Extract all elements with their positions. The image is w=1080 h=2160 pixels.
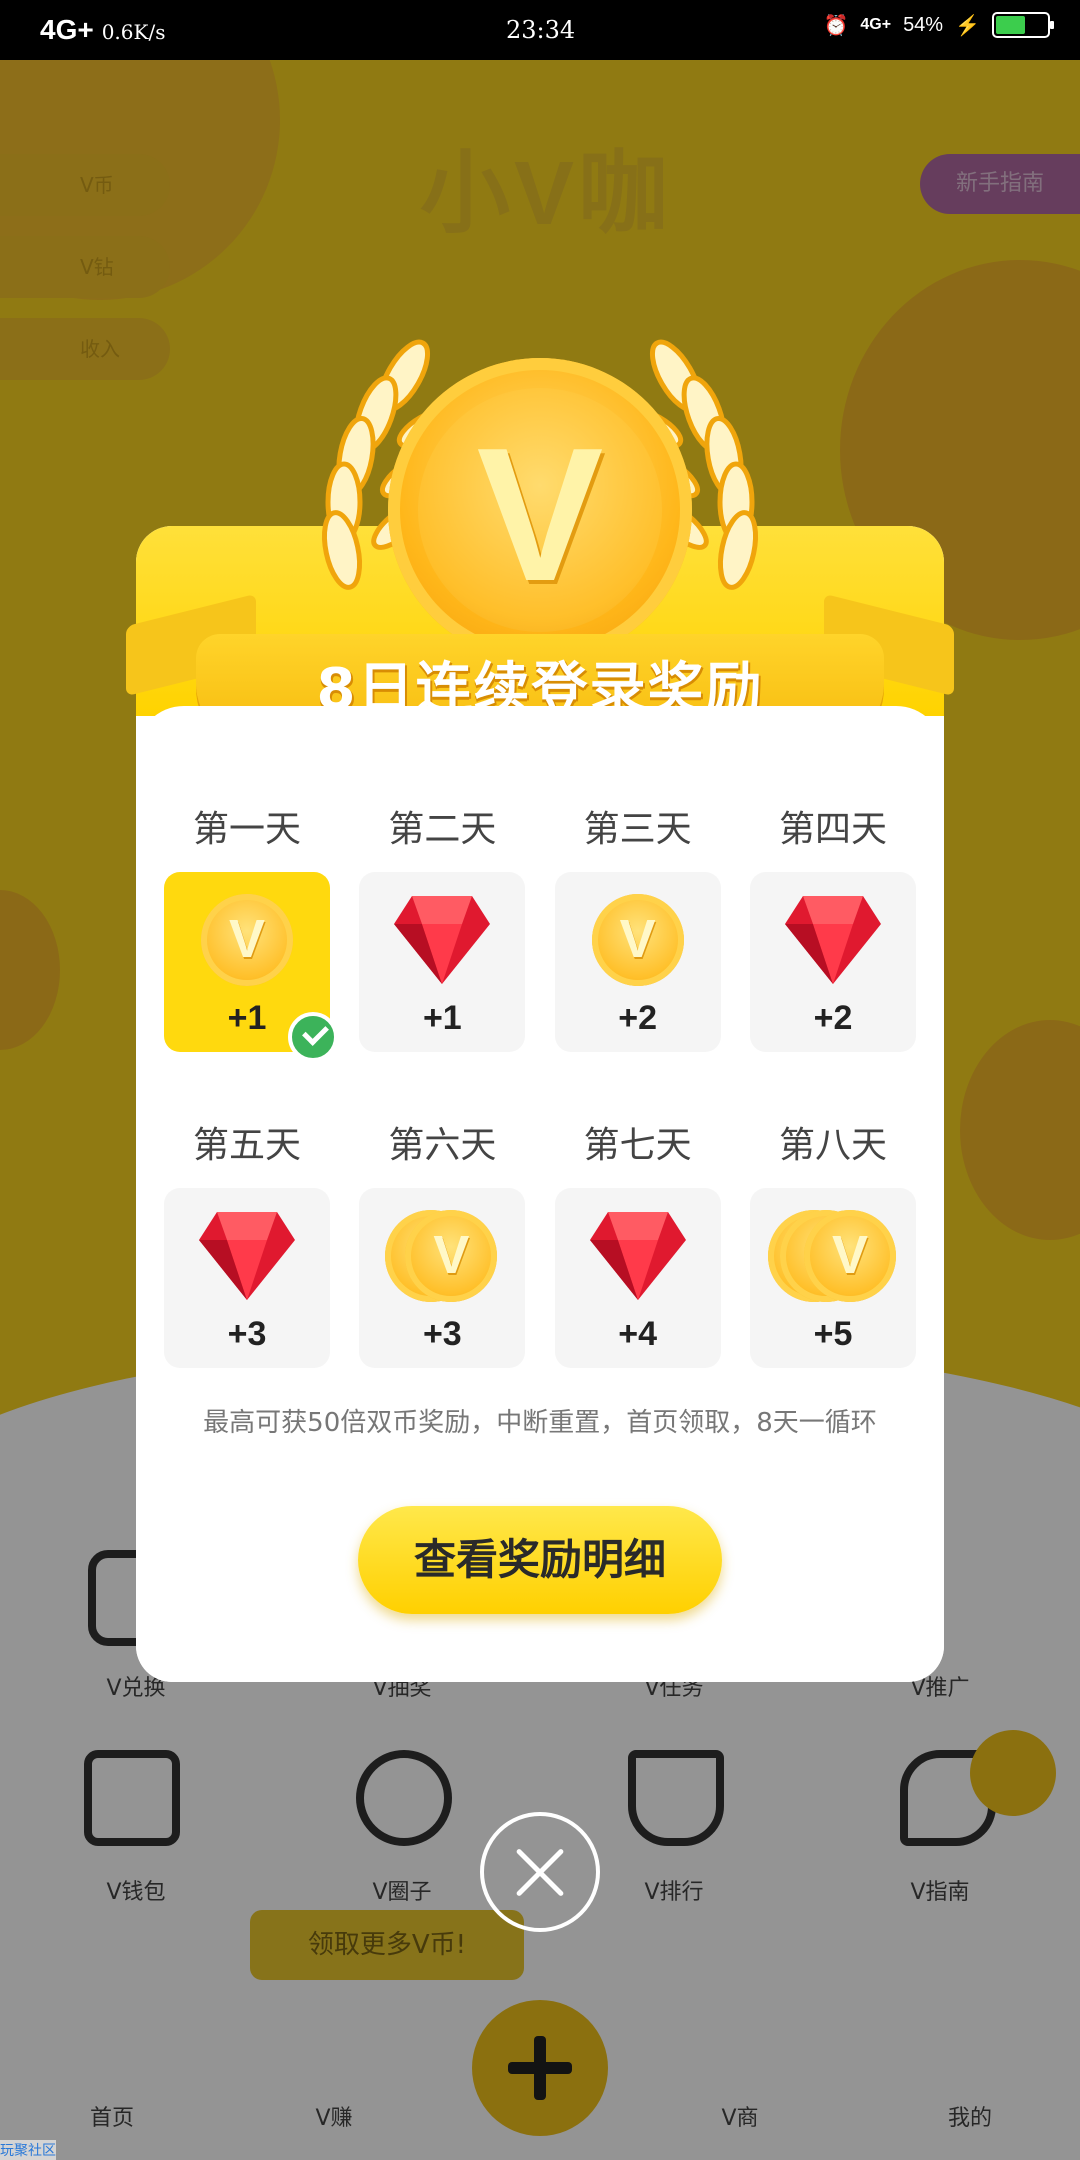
day-card[interactable]: +4	[554, 1188, 721, 1368]
status-icons: ⏰ 4G+ 54% ⚡	[823, 12, 1054, 38]
v-coin-icon: V	[591, 894, 684, 986]
login-reward-modal: V 8日连续登录奖励 第一天 V +1 第二天 +1 第三天 V +2 第四天 …	[126, 339, 954, 1682]
v-coin-stack-icon: V	[405, 1210, 498, 1302]
day-label: 第一天	[192, 809, 301, 850]
day-amount: +2	[618, 999, 658, 1037]
day-card[interactable]: +3	[164, 1188, 330, 1368]
day-card[interactable]: V +2	[554, 872, 721, 1052]
check-icon	[288, 1012, 338, 1062]
day-8[interactable]: 第八天 V +5	[749, 1118, 916, 1368]
reward-days-grid: 第一天 V +1 第二天 +1 第三天 V +2 第四天 +2 第五天 +3 第…	[164, 802, 916, 1368]
day-label: 第五天	[192, 1125, 301, 1166]
charging-icon: ⚡	[955, 14, 980, 37]
network-right: 4G+	[860, 16, 892, 33]
day-label: 第六天	[388, 1125, 497, 1166]
day-card[interactable]: +1	[359, 872, 526, 1052]
day-card[interactable]: +2	[749, 872, 916, 1052]
day-4[interactable]: 第四天 +2	[749, 802, 916, 1052]
alarm-icon: ⏰	[823, 14, 849, 37]
v-coin-stack-icon: V	[803, 1210, 896, 1302]
day-amount: +2	[813, 999, 853, 1037]
day-label: 第二天	[388, 809, 497, 850]
status-bar: 4G+ 0.6K/s 23:34 ⏰ 4G+ 54% ⚡	[0, 0, 1080, 60]
ruby-gem-icon	[394, 896, 491, 984]
day-label: 第七天	[583, 1125, 692, 1166]
day-label: 第三天	[583, 809, 692, 850]
day-label: 第八天	[778, 1125, 887, 1166]
v-coin-icon: V	[201, 894, 293, 986]
close-icon[interactable]	[480, 1812, 600, 1932]
clock: 23:34	[506, 16, 576, 44]
day-amount: +3	[227, 1315, 267, 1353]
ruby-gem-icon	[199, 1212, 295, 1300]
day-2[interactable]: 第二天 +1	[359, 802, 526, 1052]
reward-rules-note: 最高可获50倍双币奖励，中断重置，首页领取，8天一循环	[203, 1408, 877, 1438]
battery-icon	[992, 12, 1054, 38]
ruby-gem-icon	[784, 896, 881, 984]
day-card-claimed[interactable]: V +1	[164, 872, 338, 1062]
day-card[interactable]: V +5	[749, 1188, 916, 1368]
day-card[interactable]: V +3	[359, 1188, 526, 1368]
day-label: 第四天	[778, 809, 887, 850]
battery-percent: 54%	[903, 13, 944, 36]
view-reward-details-button[interactable]: 查看奖励明细	[358, 1506, 722, 1614]
day-6[interactable]: 第六天 V +3	[359, 1118, 526, 1368]
ruby-gem-icon	[589, 1212, 686, 1300]
network-indicator: 4G+ 0.6K/s	[40, 14, 165, 46]
day-7[interactable]: 第七天 +4	[554, 1118, 721, 1368]
day-amount: +5	[813, 1315, 853, 1353]
watermark: 玩聚社区	[0, 2140, 56, 2160]
day-amount: +1	[422, 999, 462, 1037]
day-amount: +3	[422, 1315, 462, 1353]
day-5[interactable]: 第五天 +3	[164, 1118, 330, 1368]
network-type: 4G+	[40, 14, 94, 45]
day-1[interactable]: 第一天 V +1	[164, 802, 338, 1062]
network-speed: 0.6K/s	[101, 20, 166, 44]
day-amount: +4	[618, 1315, 658, 1353]
day-3[interactable]: 第三天 V +2	[554, 802, 721, 1052]
v-coin-big-icon: V	[388, 358, 692, 662]
